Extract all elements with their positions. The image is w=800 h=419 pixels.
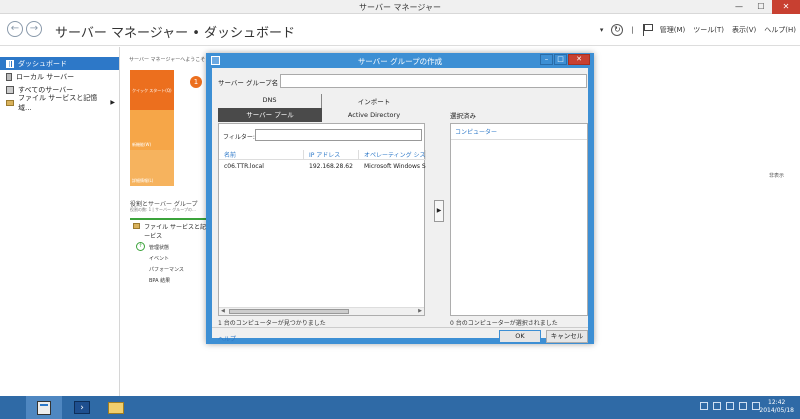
dialog-close-button[interactable]: ✕: [568, 54, 590, 65]
volume-icon[interactable]: [739, 402, 747, 410]
tile-quick-start[interactable]: クイック スタート(Q): [130, 70, 174, 110]
found-count-status: 1 台のコンピューターが見つかりました: [218, 320, 326, 327]
hide-link[interactable]: 非表示: [769, 172, 784, 179]
filter-input[interactable]: [255, 129, 422, 141]
tab-dns[interactable]: DNS: [218, 94, 322, 108]
server-pool-pane: フィルター: 名前 IP アドレス オペレーティング システム c06.TTR.…: [218, 123, 426, 316]
scroll-right-icon[interactable]: ▶: [418, 308, 422, 314]
ok-button[interactable]: OK: [499, 330, 541, 343]
refresh-icon[interactable]: ↻: [611, 24, 624, 36]
dropdown-arrow-icon[interactable]: ▾: [600, 26, 604, 34]
maximize-button[interactable]: ☐: [750, 0, 772, 14]
tile-label: 新機能(W): [132, 142, 152, 147]
network-icon[interactable]: [726, 402, 734, 410]
tab-server-pool[interactable]: サーバー プール: [218, 108, 322, 122]
sidebar-item-file-storage[interactable]: ファイル サービスと記憶域... ▶: [0, 94, 119, 112]
dialog-body: サーバー グループ名 DNS インポート サーバー プール Active Dir…: [212, 68, 588, 344]
welcome-tiles: クイック スタート(Q) 新機能(W) 詳細情報(L): [130, 70, 174, 186]
sidebar-item-label: ローカル サーバー: [16, 72, 75, 81]
server-icon: [6, 72, 12, 81]
header-divider: |: [631, 26, 634, 34]
servers-icon: [6, 85, 14, 94]
tab-active-directory[interactable]: Active Directory: [322, 108, 426, 122]
tab-import[interactable]: インポート: [322, 94, 426, 108]
selected-pane: コンピューター: [450, 123, 588, 316]
column-ip-address[interactable]: IP アドレス: [304, 150, 359, 159]
welcome-heading: サーバー マネージャーへようこそ: [129, 57, 206, 63]
help-link[interactable]: ヘルプ: [218, 334, 236, 343]
dialog-titlebar: サーバー グループの作成 – □ ✕: [206, 53, 594, 68]
sidebar-item-label: ダッシュボード: [18, 59, 67, 68]
header-menu-bar: ▾ ↻ | 管理(M) ツール(T) 表示(V) ヘルプ(H): [600, 24, 796, 36]
dialog-divider: [212, 327, 588, 328]
cell-os: Microsoft Windows S: [364, 163, 426, 170]
clock-date: 2014/05/18: [759, 407, 794, 414]
tile-label: 詳細情報(L): [132, 178, 154, 183]
filter-label: フィルター:: [223, 134, 255, 141]
column-name[interactable]: 名前: [219, 150, 304, 159]
page-title: サーバー マネージャー • ダッシュボード: [55, 26, 296, 41]
taskbar-server-manager[interactable]: [26, 396, 62, 419]
action-center-icon[interactable]: [713, 402, 721, 410]
window-title: サーバー マネージャー: [359, 3, 441, 12]
source-subtabs: サーバー プール Active Directory: [218, 108, 426, 122]
step-number-badge: 1: [190, 76, 202, 88]
sidebar: ダッシュボード ローカル サーバー すべてのサーバー ファイル サービスと記憶域…: [0, 47, 120, 396]
taskbar-powershell[interactable]: ›: [64, 396, 100, 419]
source-tabs: DNS インポート: [218, 94, 426, 108]
dialog-window-controls: – □ ✕: [540, 54, 590, 65]
tile-label: クイック スタート(Q): [132, 88, 172, 93]
close-button[interactable]: ✕: [772, 0, 800, 14]
menu-tools[interactable]: ツール(T): [693, 25, 724, 35]
back-arrow-icon[interactable]: ←: [7, 21, 23, 37]
sidebar-item-local-server[interactable]: ローカル サーバー: [0, 70, 119, 83]
table-row[interactable]: c06.TTR.local 192.168.28.62 Microsoft Wi…: [219, 163, 426, 173]
dashboard-grid-icon: [6, 59, 14, 68]
sidebar-item-dashboard[interactable]: ダッシュボード: [0, 57, 119, 70]
menu-manage[interactable]: 管理(M): [660, 25, 686, 35]
horizontal-scrollbar[interactable]: ◀ ▶: [219, 307, 424, 315]
dialog-title: サーバー グループの作成: [357, 57, 443, 66]
menu-view[interactable]: 表示(V): [732, 25, 756, 35]
group-name-label: サーバー グループ名: [218, 79, 279, 87]
tile-whats-new[interactable]: 新機能(W): [130, 110, 174, 150]
group-name-input[interactable]: [280, 74, 587, 88]
window-titlebar: サーバー マネージャー — ☐ ✕: [0, 0, 800, 14]
scroll-left-icon[interactable]: ◀: [221, 308, 225, 314]
clock-time: 12:42: [768, 399, 786, 406]
roles-subheading: 役割の数: 1 | サーバー グループの...: [130, 207, 196, 212]
column-os[interactable]: オペレーティング システム: [359, 150, 426, 159]
menu-help[interactable]: ヘルプ(H): [764, 25, 796, 35]
tile-learn-more[interactable]: 詳細情報(L): [130, 150, 174, 186]
server-manager-icon: [37, 400, 51, 415]
selected-count-status: 0 台のコンピューターが選択されました: [450, 320, 558, 327]
taskbar-explorer[interactable]: [98, 396, 134, 419]
sidebar-item-label: ファイル サービスと記憶域...: [17, 93, 98, 112]
clock[interactable]: 12:42 2014/05/18: [759, 399, 794, 415]
selected-label: 選択済み: [450, 112, 476, 120]
create-server-group-dialog: サーバー グループの作成 – □ ✕ サーバー グループ名 DNS インポート …: [206, 53, 594, 344]
cell-ip-address: 192.168.28.62: [309, 163, 353, 170]
notifications-flag-icon[interactable]: [642, 24, 653, 36]
window-controls: — ☐ ✕: [728, 0, 800, 14]
cell-name: c06.TTR.local: [224, 163, 264, 170]
system-tray: [700, 402, 760, 410]
dialog-minimize-button[interactable]: –: [540, 54, 553, 65]
folder-icon: [133, 223, 141, 229]
app-header: ← → サーバー マネージャー • ダッシュボード ▾ ↻ | 管理(M) ツー…: [0, 14, 800, 46]
column-computer: コンピューター: [451, 124, 587, 140]
cancel-button[interactable]: キャンセル: [546, 330, 588, 343]
forward-arrow-icon[interactable]: →: [26, 21, 42, 37]
folder-icon: [6, 99, 14, 106]
chevron-right-icon: ▶: [110, 99, 115, 106]
server-list-header: 名前 IP アドレス オペレーティング システム: [219, 150, 426, 160]
powershell-icon: ›: [74, 401, 90, 414]
minimize-button[interactable]: —: [728, 0, 750, 14]
add-selected-button[interactable]: ▶: [434, 200, 444, 222]
scrollbar-thumb[interactable]: [229, 309, 349, 314]
taskbar: › 12:42 2014/05/18: [0, 396, 800, 419]
dialog-maximize-button[interactable]: □: [554, 54, 567, 65]
tray-arrow-icon[interactable]: [700, 402, 708, 410]
folder-icon: [108, 401, 124, 414]
